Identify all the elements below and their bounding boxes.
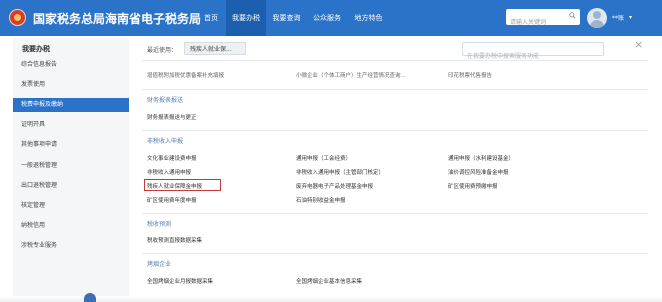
service-item[interactable]: 全国烤烟企业月报数据采集	[147, 277, 213, 285]
header-search-input[interactable]	[506, 15, 570, 30]
nav-local-features[interactable]: 地方特色	[348, 0, 389, 36]
nav-tax-handling[interactable]: 我要办税	[226, 0, 266, 36]
divider	[142, 213, 648, 214]
recent-label: 最近使用：	[147, 47, 178, 54]
footer-strip	[0, 296, 662, 302]
service-item[interactable]: 非税收入通用申报	[147, 168, 191, 176]
footer-emblem-icon	[84, 293, 96, 302]
service-item[interactable]: 通用申报（水利建设基金）	[448, 154, 514, 162]
recent-tag[interactable]: 残疾人就业保...	[184, 42, 246, 55]
service-item[interactable]: 油价调控风险准备金申报	[448, 168, 509, 176]
user-avatar[interactable]	[587, 8, 607, 28]
service-item[interactable]: 税收预测直报数据采集	[147, 236, 202, 244]
nav-public-service[interactable]: 公众服务	[307, 0, 347, 36]
service-item[interactable]: 石油特别收益金申报	[296, 196, 346, 204]
service-search	[462, 42, 604, 63]
service-panel: 最近使用： 残疾人就业保... × 增值税附加税优惠备案补充填报 小微企业（个体…	[138, 38, 648, 302]
service-item[interactable]: 财务报表报送与更正	[147, 113, 197, 121]
search-icon[interactable]	[569, 12, 576, 19]
sidebar-item-declaration-payment[interactable]: 税费申报及缴纳	[13, 98, 129, 112]
sidebar-item-certificate[interactable]: 证明开具	[13, 118, 129, 132]
sidebar-item-info-report[interactable]: 综合信息报告	[13, 58, 129, 72]
top-header: 国家税务总局海南省电子税务局 首页 我要办税 我要查询 公众服务 地方特色 **…	[0, 0, 662, 36]
user-name[interactable]: **账	[612, 13, 624, 22]
section-title-tobacco-enterprise: 烤烟企业	[147, 261, 172, 268]
service-item[interactable]: 全国烤烟企业基本信息采集	[296, 277, 362, 285]
service-item[interactable]: 矿区使用费年度申报	[147, 196, 197, 204]
service-item[interactable]: 废弃电器电子产品处理基金申报	[296, 182, 373, 190]
sidebar-item-credit[interactable]: 纳税信用	[13, 219, 129, 233]
divider	[142, 130, 648, 131]
chevron-down-icon[interactable]: ▾	[629, 14, 632, 21]
nav-home[interactable]: 首页	[196, 0, 226, 36]
sidebar-item-assessment[interactable]: 核定管理	[13, 199, 129, 213]
section-title-tax-forecast: 税收预测	[147, 221, 172, 228]
service-item[interactable]: 增值税附加税优惠备案补充填报	[147, 71, 224, 79]
close-icon[interactable]: ×	[634, 38, 643, 51]
service-item[interactable]: 文化事业建设费申报	[147, 154, 197, 162]
sidebar-title: 我要办税	[22, 45, 50, 53]
sidebar-item-invoice[interactable]: 发票使用	[13, 78, 129, 92]
service-item-disability-employment[interactable]: 残疾人就业保障金申报	[147, 182, 202, 190]
service-item[interactable]: 印花税票代售报告	[448, 71, 492, 79]
sidebar-item-other-application[interactable]: 其他事项申请	[13, 138, 129, 152]
divider	[142, 60, 648, 61]
header-search	[506, 9, 580, 30]
divider	[142, 89, 648, 90]
section-title-non-tax-income: 非税收入申报	[147, 138, 184, 145]
sidebar: 我要办税 综合信息报告 发票使用 税费申报及缴纳 证明开具 其他事项申请 一般退…	[13, 38, 129, 302]
service-item[interactable]: 小微企业（个体工商户）生产经营情况查询...	[296, 71, 406, 79]
sidebar-item-export-refund[interactable]: 出口退税管理	[13, 179, 129, 193]
sidebar-item-general-refund[interactable]: 一般退税管理	[13, 159, 129, 173]
service-item[interactable]: 非税收入通用申报（主管部门核定）	[296, 168, 384, 176]
divider	[142, 253, 648, 254]
sidebar-item-professional-service[interactable]: 涉税专业服务	[13, 239, 129, 253]
site-title: 国家税务总局海南省电子税务局	[33, 12, 202, 26]
nav-query[interactable]: 我要查询	[267, 0, 306, 36]
section-title-financial-report: 财务报表报送	[147, 97, 184, 104]
tax-bureau-logo	[9, 9, 26, 26]
service-item[interactable]: 通用申报（工会经费）	[296, 154, 351, 162]
service-item[interactable]: 矿区使用费预缴申报	[448, 182, 498, 190]
